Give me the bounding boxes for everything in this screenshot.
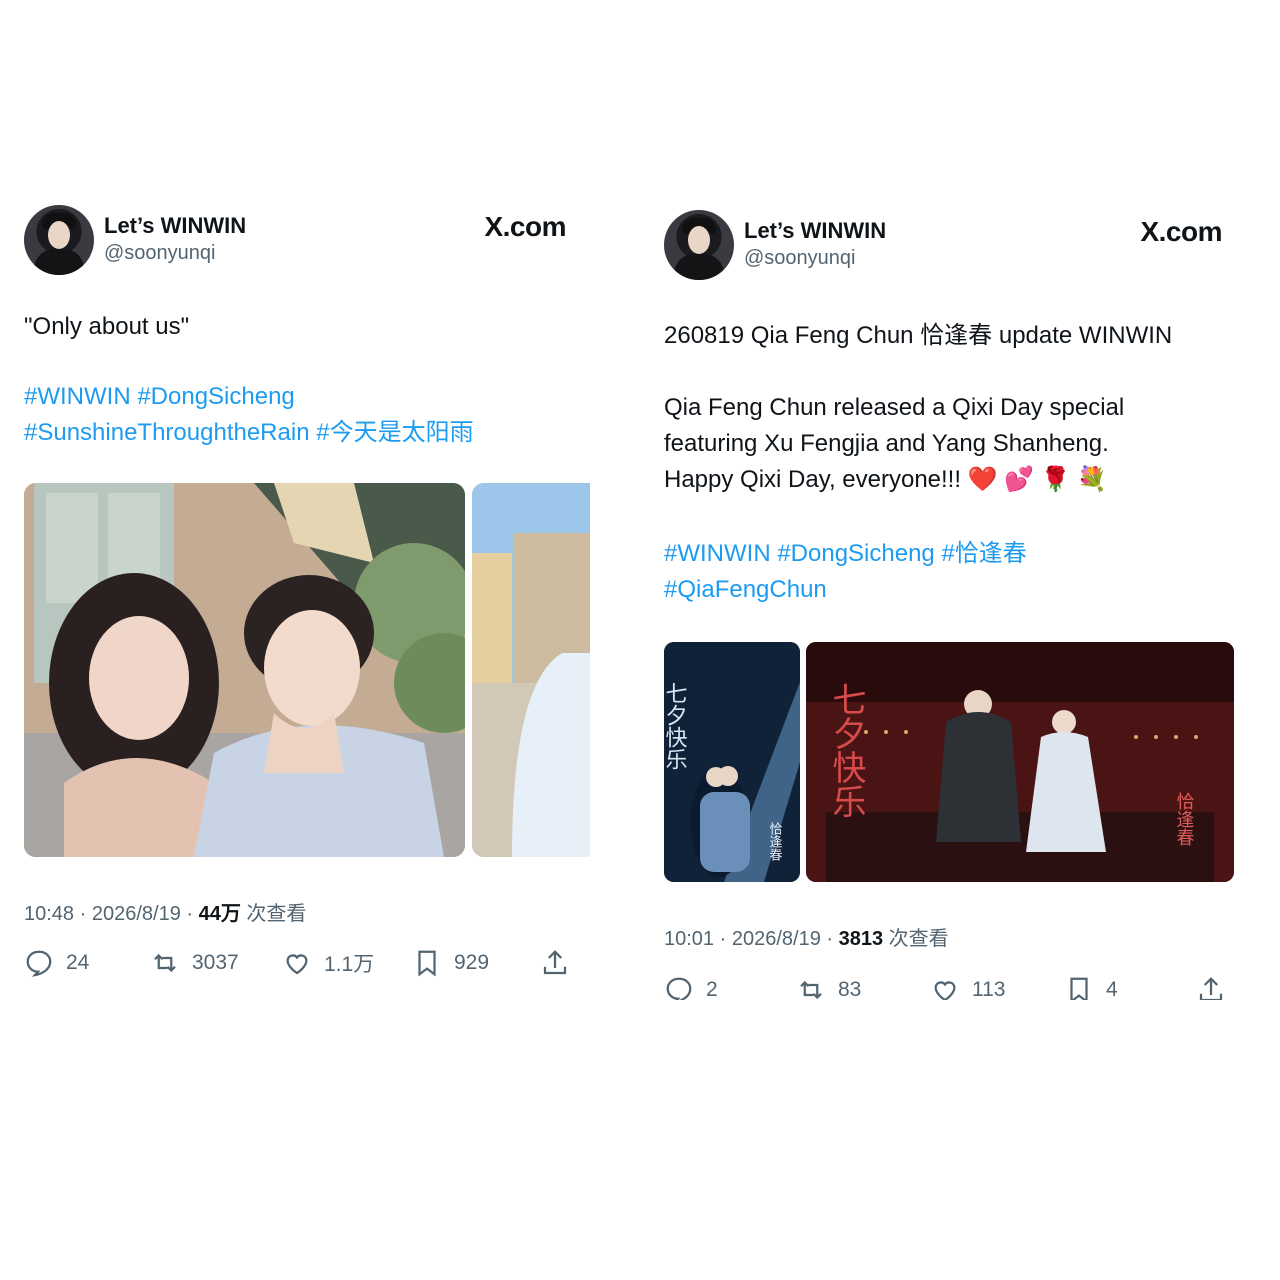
hashtag-link[interactable]: #今天是太阳雨	[316, 419, 473, 446]
share-icon	[543, 950, 567, 975]
retweet-count: 83	[838, 978, 862, 1000]
like-count: 113	[972, 978, 1006, 1000]
poster-subtitle: 恰逢春	[767, 822, 783, 861]
hashtag-link[interactable]: #DongSicheng	[777, 540, 934, 567]
tweet-text-body: Qia Feng Chun released a Qixi Day specia…	[664, 390, 1234, 498]
bookmark-count: 929	[454, 951, 490, 974]
tweet-header: Let’s WINWIN @soonyunqi X.com	[24, 205, 590, 275]
selfie-illustration	[24, 483, 465, 857]
tweet-photo-1[interactable]: 七夕快乐 恰逢春	[664, 642, 800, 882]
retweet-count: 3037	[192, 951, 239, 974]
avatar[interactable]	[24, 205, 94, 275]
share-button[interactable]	[540, 948, 570, 978]
poster-title: 七夕快乐	[664, 682, 688, 770]
x-com-label: X.com	[484, 211, 566, 242]
retweet-button[interactable]: 83	[796, 975, 861, 1000]
x-logo: X.com	[1140, 216, 1222, 248]
share-icon	[1199, 977, 1223, 1000]
tweet-time: 10:01	[664, 928, 715, 950]
bookmark-icon	[1070, 977, 1088, 1000]
poster-illustration-large: 七夕快乐 恰逢春	[806, 642, 1234, 882]
hashtag-link[interactable]: #SunshineThroughtheRain	[24, 419, 310, 446]
views-label: 次查看	[246, 903, 307, 925]
avatar[interactable]	[664, 210, 734, 280]
x-logo: X.com	[484, 211, 566, 243]
hashtag-link[interactable]: #恰逢春	[941, 540, 1026, 567]
street-illustration	[472, 483, 590, 857]
like-button[interactable]: 113	[930, 975, 1005, 1000]
author-name[interactable]: Let’s WINWIN	[744, 218, 886, 244]
tweet-timestamp[interactable]: 10:48 · 2026/8/19 · 44万 次查看	[24, 897, 306, 926]
tweet-date: 2026/8/19	[91, 903, 181, 925]
reply-icon	[26, 950, 52, 977]
hashtags: #WINWIN #DongSicheng #SunshineThroughthe…	[24, 379, 590, 451]
hashtag-link[interactable]: #QiaFengChun	[664, 576, 827, 603]
author-handle[interactable]: @soonyunqi	[744, 247, 855, 270]
bookmark-icon	[418, 950, 436, 977]
poster-illustration-small: 七夕快乐 恰逢春	[664, 642, 800, 882]
share-button[interactable]	[1196, 975, 1226, 1000]
tweet-text-line: Qia Feng Chun released a Qixi Day specia…	[664, 394, 1125, 421]
author-handle[interactable]: @soonyunqi	[104, 242, 215, 265]
hashtags: #WINWIN #DongSicheng #恰逢春 #QiaFengChun	[664, 536, 1234, 608]
x-com-label: X.com	[1140, 216, 1222, 247]
bookmark-button[interactable]: 4	[1064, 975, 1118, 1000]
tweet-card-right: Let’s WINWIN @soonyunqi X.com 260819 Qia…	[664, 210, 1234, 1000]
reply-button[interactable]: 24	[24, 948, 89, 978]
tweet-photo-2[interactable]	[472, 483, 590, 857]
bookmark-count: 4	[1106, 978, 1118, 1000]
tweet-card-left: Let’s WINWIN @soonyunqi X.com "Only abou…	[24, 205, 590, 1005]
tweet-time: 10:48	[24, 903, 75, 925]
bookmark-button[interactable]: 929	[412, 948, 489, 978]
hashtag-link[interactable]: #WINWIN	[664, 540, 771, 567]
reply-count: 24	[66, 951, 90, 974]
retweet-icon	[800, 980, 822, 1000]
tweet-header: Let’s WINWIN @soonyunqi X.com	[664, 210, 1234, 280]
action-bar: 2 83 113 4	[664, 972, 1234, 1000]
like-icon	[934, 981, 956, 1000]
author-name[interactable]: Let’s WINWIN	[104, 213, 246, 239]
reply-button[interactable]: 2	[664, 975, 718, 1000]
views-label: 次查看	[888, 928, 949, 950]
tweet-text-line1: 260819 Qia Feng Chun 恰逢春 update WINWIN	[664, 322, 1173, 349]
tweet-photo-1[interactable]	[24, 483, 465, 857]
hashtag-link[interactable]: #WINWIN	[24, 383, 131, 410]
retweet-icon	[154, 953, 176, 973]
poster-title: 七夕快乐	[826, 682, 866, 818]
tweet-text-line: featuring Xu Fengjia and Yang Shanheng.	[664, 430, 1109, 457]
tweet-photo-2[interactable]: 七夕快乐 恰逢春	[806, 642, 1234, 882]
like-icon	[286, 954, 308, 975]
view-count: 3813	[838, 928, 884, 950]
reply-icon	[666, 977, 692, 1000]
view-count: 44万	[198, 903, 241, 925]
action-bar: 24 3037 1.1万 929	[24, 945, 590, 981]
tweet-text-line: Happy Qixi Day, everyone!!! ❤️ 💕 🌹 💐	[664, 466, 1108, 493]
tweet-timestamp[interactable]: 10:01 · 2026/8/19 · 3813 次查看	[664, 922, 949, 951]
tweet-date: 2026/8/19	[731, 928, 821, 950]
like-count: 1.1万	[324, 953, 375, 976]
tweet-text: "Only about us"	[24, 313, 190, 340]
like-button[interactable]: 1.1万	[282, 948, 374, 978]
retweet-button[interactable]: 3037	[150, 948, 239, 978]
hashtag-link[interactable]: #DongSicheng	[137, 383, 294, 410]
poster-subtitle: 恰逢春	[1174, 792, 1195, 846]
reply-count: 2	[706, 978, 718, 1000]
